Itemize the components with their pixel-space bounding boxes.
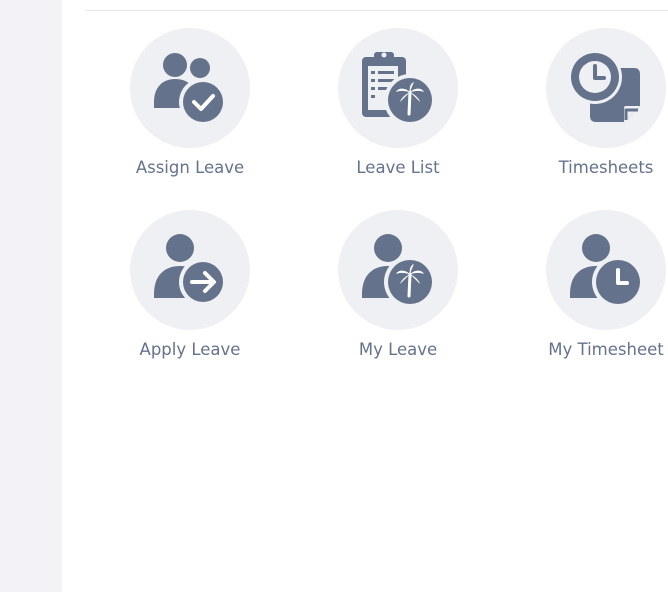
my-timesheet-icon bbox=[570, 234, 644, 308]
leave-list-icon bbox=[362, 52, 436, 126]
timesheets-icon bbox=[568, 50, 640, 122]
quick-launch-assign-leave[interactable]: Assign Leave bbox=[115, 28, 265, 188]
quick-launch-my-timesheet[interactable]: My Timesheet bbox=[531, 210, 668, 370]
quick-launch-my-leave[interactable]: My Leave bbox=[323, 210, 473, 370]
assign-leave-icon bbox=[154, 53, 227, 126]
assign-leave-button[interactable] bbox=[130, 28, 250, 148]
divider bbox=[86, 10, 668, 11]
page: Assign Leave Leave List Timesheets Apply… bbox=[0, 0, 668, 592]
my-timesheet-button[interactable] bbox=[546, 210, 666, 330]
my-leave-icon bbox=[362, 234, 436, 308]
apply-leave-label: Apply Leave bbox=[139, 340, 241, 359]
my-leave-label: My Leave bbox=[358, 340, 438, 359]
quick-launch-panel: Assign Leave Leave List Timesheets Apply… bbox=[62, 0, 668, 592]
assign-leave-label: Assign Leave bbox=[135, 158, 245, 177]
leave-list-label: Leave List bbox=[356, 158, 440, 177]
apply-leave-icon bbox=[154, 234, 227, 306]
timesheets-label: Timesheets bbox=[558, 158, 654, 177]
my-leave-button[interactable] bbox=[338, 210, 458, 330]
quick-launch-timesheets[interactable]: Timesheets bbox=[531, 28, 668, 188]
quick-launch-apply-leave[interactable]: Apply Leave bbox=[115, 210, 265, 370]
leave-list-button[interactable] bbox=[338, 28, 458, 148]
quick-launch-leave-list[interactable]: Leave List bbox=[323, 28, 473, 188]
timesheets-button[interactable] bbox=[546, 28, 666, 148]
sidebar bbox=[0, 0, 62, 592]
my-timesheet-label: My Timesheet bbox=[548, 340, 664, 359]
apply-leave-button[interactable] bbox=[130, 210, 250, 330]
